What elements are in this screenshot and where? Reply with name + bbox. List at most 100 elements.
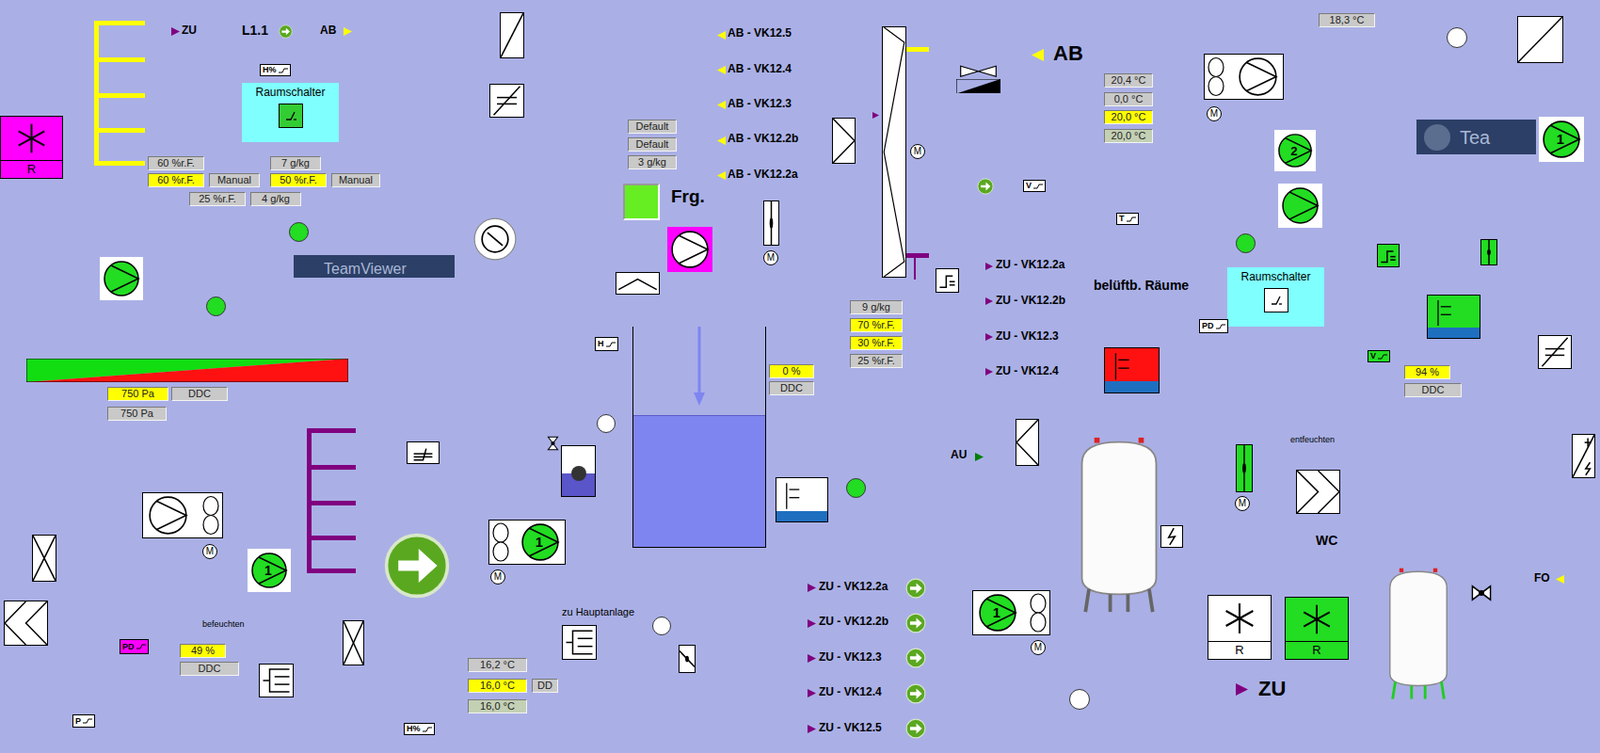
fan-unit[interactable] <box>142 492 224 539</box>
component-symbol[interactable] <box>1480 239 1498 266</box>
component-symbol[interactable] <box>1571 433 1596 479</box>
fan-unit[interactable]: 1 <box>972 590 1051 636</box>
pump[interactable] <box>1278 183 1323 228</box>
heater-coil[interactable]: R <box>0 115 64 179</box>
pump[interactable]: 1 <box>247 548 291 592</box>
value-field[interactable]: 30 %r.F. <box>849 336 903 351</box>
value-field[interactable]: 94 % <box>1404 365 1451 380</box>
component-symbol[interactable] <box>1235 444 1253 493</box>
sensor[interactable]: H <box>594 336 619 352</box>
component-symbol[interactable] <box>489 83 525 118</box>
sensor[interactable]: P <box>72 714 96 728</box>
heater-coil[interactable]: R <box>1284 596 1349 660</box>
value-field[interactable]: 4 g/kg <box>250 192 302 207</box>
value-field[interactable]: 750 Pa <box>107 386 169 401</box>
component-symbol[interactable] <box>561 624 597 660</box>
ventilator-icon[interactable] <box>473 217 517 261</box>
value-field[interactable]: 0 % <box>768 364 815 379</box>
sensor[interactable]: PD <box>119 639 149 655</box>
fan-unit[interactable]: 1 <box>488 519 566 565</box>
component-symbol[interactable] <box>3 600 48 646</box>
value-field[interactable]: 49 % <box>179 643 226 658</box>
pump[interactable]: 1 <box>1538 116 1584 162</box>
status-dot[interactable] <box>206 296 226 317</box>
value-field[interactable]: 7 g/kg <box>270 156 321 171</box>
pump[interactable] <box>667 226 713 272</box>
valve-icon[interactable] <box>1470 581 1493 605</box>
status-dot[interactable] <box>596 414 616 433</box>
component-symbol[interactable] <box>1537 335 1572 369</box>
value-field[interactable]: Manual <box>208 173 260 188</box>
sensor[interactable]: V <box>1367 350 1391 363</box>
value-field[interactable]: DDC <box>768 381 815 396</box>
value-field[interactable]: 20,4 °C <box>1104 73 1153 88</box>
component-symbol[interactable] <box>763 200 780 246</box>
value-field[interactable]: 20,0 °C <box>1104 110 1153 125</box>
supply-outlet-arrow-button[interactable] <box>905 683 927 704</box>
supply-outlet-arrow-button[interactable] <box>905 612 927 634</box>
line-arrow-icon[interactable] <box>278 24 293 39</box>
room-switch-panel[interactable]: Raumschalter <box>1227 267 1325 327</box>
value-field[interactable]: 70 %r.F. <box>849 318 903 333</box>
value-field[interactable]: 3 g/kg <box>627 155 677 170</box>
heat-exchanger[interactable] <box>881 26 907 278</box>
component-symbol[interactable] <box>499 12 525 59</box>
value-field[interactable]: Manual <box>331 173 381 188</box>
status-dot[interactable] <box>1235 233 1256 254</box>
value-field[interactable]: 16,0 °C <box>467 678 528 693</box>
value-field[interactable]: 60 %r.F. <box>147 156 205 171</box>
value-field[interactable]: DD <box>531 678 559 693</box>
sensor[interactable]: H% <box>403 722 435 736</box>
big-arrow-button[interactable] <box>383 531 451 600</box>
component-symbol[interactable] <box>1517 16 1564 64</box>
room-switch-toggle[interactable] <box>278 103 304 128</box>
humidifier[interactable] <box>560 445 596 497</box>
value-field[interactable]: 18,3 °C <box>1318 13 1376 28</box>
small-arrow-icon[interactable] <box>976 177 994 195</box>
release-indicator[interactable] <box>623 183 660 221</box>
component-symbol[interactable] <box>258 663 294 698</box>
supply-outlet-arrow-button[interactable] <box>905 577 927 599</box>
value-field[interactable]: 16,2 °C <box>467 657 528 672</box>
humidity-module[interactable] <box>775 477 829 523</box>
sensor[interactable]: T <box>1116 212 1139 225</box>
value-field[interactable]: 750 Pa <box>107 406 167 421</box>
status-dot[interactable] <box>846 478 866 498</box>
component-symbol[interactable] <box>342 620 365 666</box>
sensor[interactable]: H% <box>259 64 291 77</box>
component-symbol[interactable] <box>1160 525 1184 548</box>
value-field[interactable]: 50 %r.F. <box>270 173 327 188</box>
component-symbol[interactable] <box>1015 418 1040 466</box>
component-symbol[interactable] <box>406 441 440 464</box>
supply-outlet-arrow-button[interactable] <box>905 647 927 669</box>
status-dot[interactable] <box>652 616 672 636</box>
value-field[interactable]: 0,0 °C <box>1104 92 1153 107</box>
value-field[interactable]: DDC <box>1404 383 1462 398</box>
valve-icon[interactable] <box>544 432 561 454</box>
value-field[interactable]: DDC <box>171 386 228 401</box>
value-field[interactable]: Default <box>627 119 677 134</box>
sensor[interactable]: PD <box>1199 319 1229 334</box>
component-symbol[interactable] <box>1376 243 1400 268</box>
component-symbol[interactable] <box>1296 469 1341 514</box>
status-dot[interactable] <box>288 222 309 242</box>
value-field[interactable]: Default <box>627 137 677 152</box>
humidity-module[interactable] <box>1426 294 1481 339</box>
component-symbol[interactable] <box>32 534 57 582</box>
room-switch-toggle[interactable] <box>1264 288 1289 313</box>
butterfly-valve[interactable] <box>956 64 1001 94</box>
value-field[interactable]: 25 %r.F. <box>189 192 246 207</box>
supply-outlet-arrow-button[interactable] <box>905 718 927 739</box>
fan-unit[interactable] <box>1203 53 1284 100</box>
sensor[interactable]: V <box>1023 179 1046 192</box>
value-field[interactable]: 20,0 °C <box>1104 128 1153 144</box>
value-field[interactable]: 60 %r.F. <box>147 173 205 188</box>
component-symbol[interactable] <box>678 644 696 673</box>
value-field[interactable]: 9 g/kg <box>849 300 903 315</box>
value-field[interactable]: 16,0 °C <box>467 699 528 714</box>
value-field[interactable]: DDC <box>179 661 240 676</box>
component-symbol[interactable] <box>935 268 960 293</box>
room-switch-panel[interactable]: Raumschalter <box>241 82 339 143</box>
humidity-module[interactable] <box>1104 347 1160 394</box>
pump[interactable] <box>99 256 144 301</box>
